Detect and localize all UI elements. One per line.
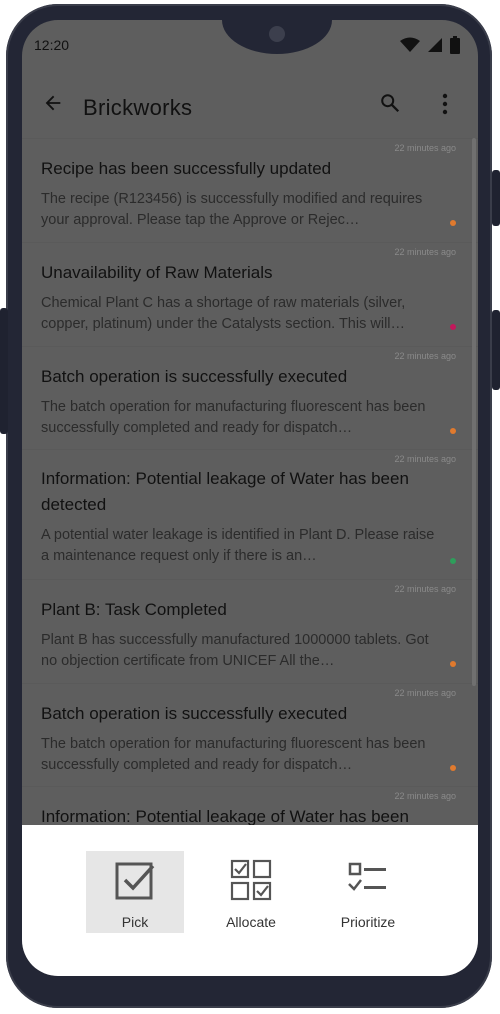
status-dot	[450, 558, 456, 564]
notification-body: The batch operation for manufacturing fl…	[41, 399, 426, 436]
list-item[interactable]: 22 minutes ago Information: Potential le…	[22, 449, 478, 579]
timestamp: 22 minutes ago	[394, 454, 456, 464]
notification-list: 22 minutes ago Recipe has been successfu…	[22, 138, 478, 847]
status-dot	[450, 661, 456, 667]
status-dot	[450, 324, 456, 330]
battery-icon	[450, 36, 460, 54]
back-arrow-icon[interactable]	[42, 92, 64, 114]
prioritize-button[interactable]: Prioritize	[319, 851, 417, 933]
pick-label: Pick	[121, 914, 149, 930]
camera	[269, 26, 285, 42]
prioritize-label: Prioritize	[340, 914, 396, 930]
status-dot	[450, 220, 456, 226]
timestamp: 22 minutes ago	[394, 688, 456, 698]
notification-body: A potential water leakage is identified …	[41, 527, 435, 564]
timestamp: 22 minutes ago	[394, 584, 456, 594]
more-vert-icon[interactable]	[440, 92, 450, 116]
status-time: 12:20	[34, 37, 70, 53]
timestamp: 22 minutes ago	[394, 791, 456, 801]
app-bar: Brickworks	[22, 72, 478, 138]
list-item[interactable]: 22 minutes ago Batch operation is succes…	[22, 346, 478, 449]
list-item[interactable]: 22 minutes ago Plant B: Task Completed P…	[22, 579, 478, 683]
list-item[interactable]: 22 minutes ago Batch operation is succes…	[22, 683, 478, 786]
timestamp: 22 minutes ago	[394, 247, 456, 257]
notification-body: Plant B has successfully manufactured 10…	[41, 632, 429, 669]
phone-side-button	[492, 310, 500, 390]
timestamp: 22 minutes ago	[394, 143, 456, 153]
cellular-signal-icon	[428, 38, 442, 52]
bottom-action-sheet: Pick Allocate Prioritize	[22, 825, 478, 976]
phone-side-button	[0, 308, 8, 434]
allocate-button[interactable]: Allocate	[202, 851, 300, 933]
checkbox-checked-icon	[115, 862, 155, 900]
list-item[interactable]: 22 minutes ago Recipe has been successfu…	[22, 138, 478, 242]
scrollbar[interactable]	[472, 138, 476, 686]
timestamp: 22 minutes ago	[394, 351, 456, 361]
status-dot	[450, 765, 456, 771]
prioritize-list-icon	[348, 862, 386, 891]
page-title: Brickworks	[83, 95, 193, 120]
phone-screen: 12:20 Brickworks 22 minutes ago Recipe h…	[22, 20, 478, 976]
status-dot	[450, 428, 456, 434]
notification-body: The recipe (R123456) is successfully mod…	[41, 191, 423, 228]
allocate-label: Allocate	[226, 914, 276, 930]
grid-checkboxes-icon	[230, 859, 272, 901]
wifi-icon	[400, 37, 420, 52]
notification-body: Chemical Plant C has a shortage of raw m…	[41, 295, 406, 332]
list-item[interactable]: 22 minutes ago Unavailability of Raw Mat…	[22, 242, 478, 346]
phone-side-button	[492, 170, 500, 226]
search-icon[interactable]	[379, 92, 401, 114]
notification-title: Information: Potential leakage of Water …	[41, 469, 409, 514]
notification-body: The batch operation for manufacturing fl…	[41, 736, 426, 773]
pick-button[interactable]: Pick	[86, 851, 184, 933]
